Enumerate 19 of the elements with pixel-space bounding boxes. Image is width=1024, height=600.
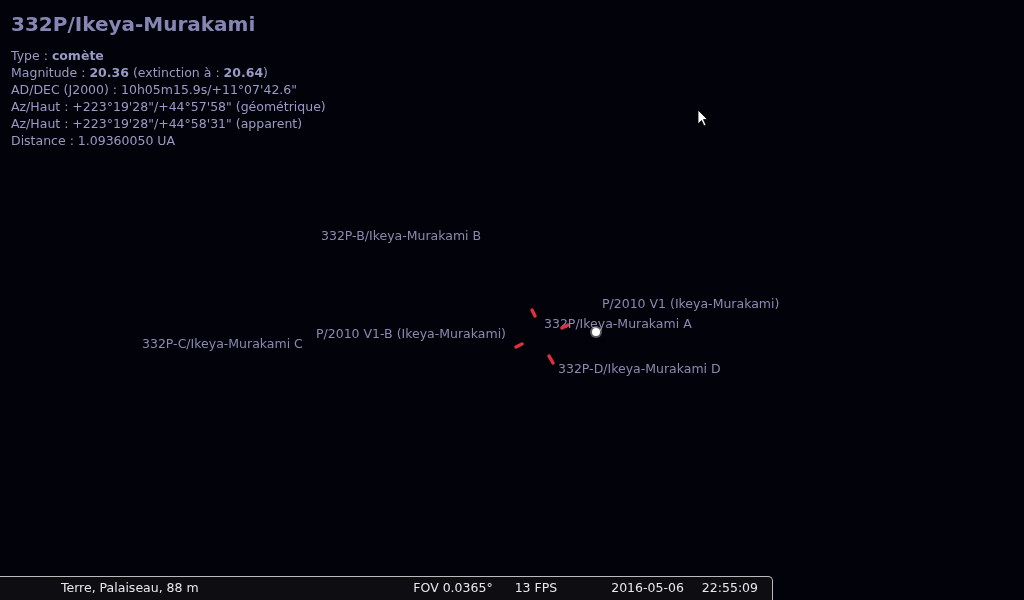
info-line: Distance : 1.09360050 UA <box>11 132 176 149</box>
date-text: 2016-05-06 <box>611 579 684 598</box>
fps-text: 13 FPS <box>514 579 558 598</box>
fov-text: FOV 0.0365° <box>413 579 493 598</box>
time-text: 22:55:09 <box>701 579 758 598</box>
info-line: AD/DEC (J2000) : 10h05m15.9s/+11°07'42.6" <box>11 81 298 98</box>
info-line: Az/Haut : +223°19'28"/+44°57'58" (géométrique) <box>11 98 326 115</box>
cursor-icon <box>697 109 708 127</box>
object-label: 332P-C/Ikeya-Murakami C <box>142 336 303 351</box>
object-label: P/2010 V1-B (Ikeya-Murakami) <box>316 326 506 341</box>
object-title: 332P/Ikeya-Murakami <box>11 11 256 37</box>
info-line: Magnitude : 20.36 (extinction à : 20.64) <box>11 64 268 81</box>
info-line: Type : comète <box>11 47 104 64</box>
object-label: 332P-D/Ikeya-Murakami D <box>558 361 721 376</box>
info-line: Az/Haut : +223°19'28"/+44°58'31" (apparent) <box>11 115 303 132</box>
object-label: 332P-B/Ikeya-Murakami B <box>321 228 482 243</box>
object-label: P/2010 V1 (Ikeya-Murakami) <box>602 296 780 311</box>
location-text: Terre, Palaiseau, 88 m <box>61 579 199 598</box>
object-label: 332P/Ikeya-Murakami A <box>544 316 692 331</box>
